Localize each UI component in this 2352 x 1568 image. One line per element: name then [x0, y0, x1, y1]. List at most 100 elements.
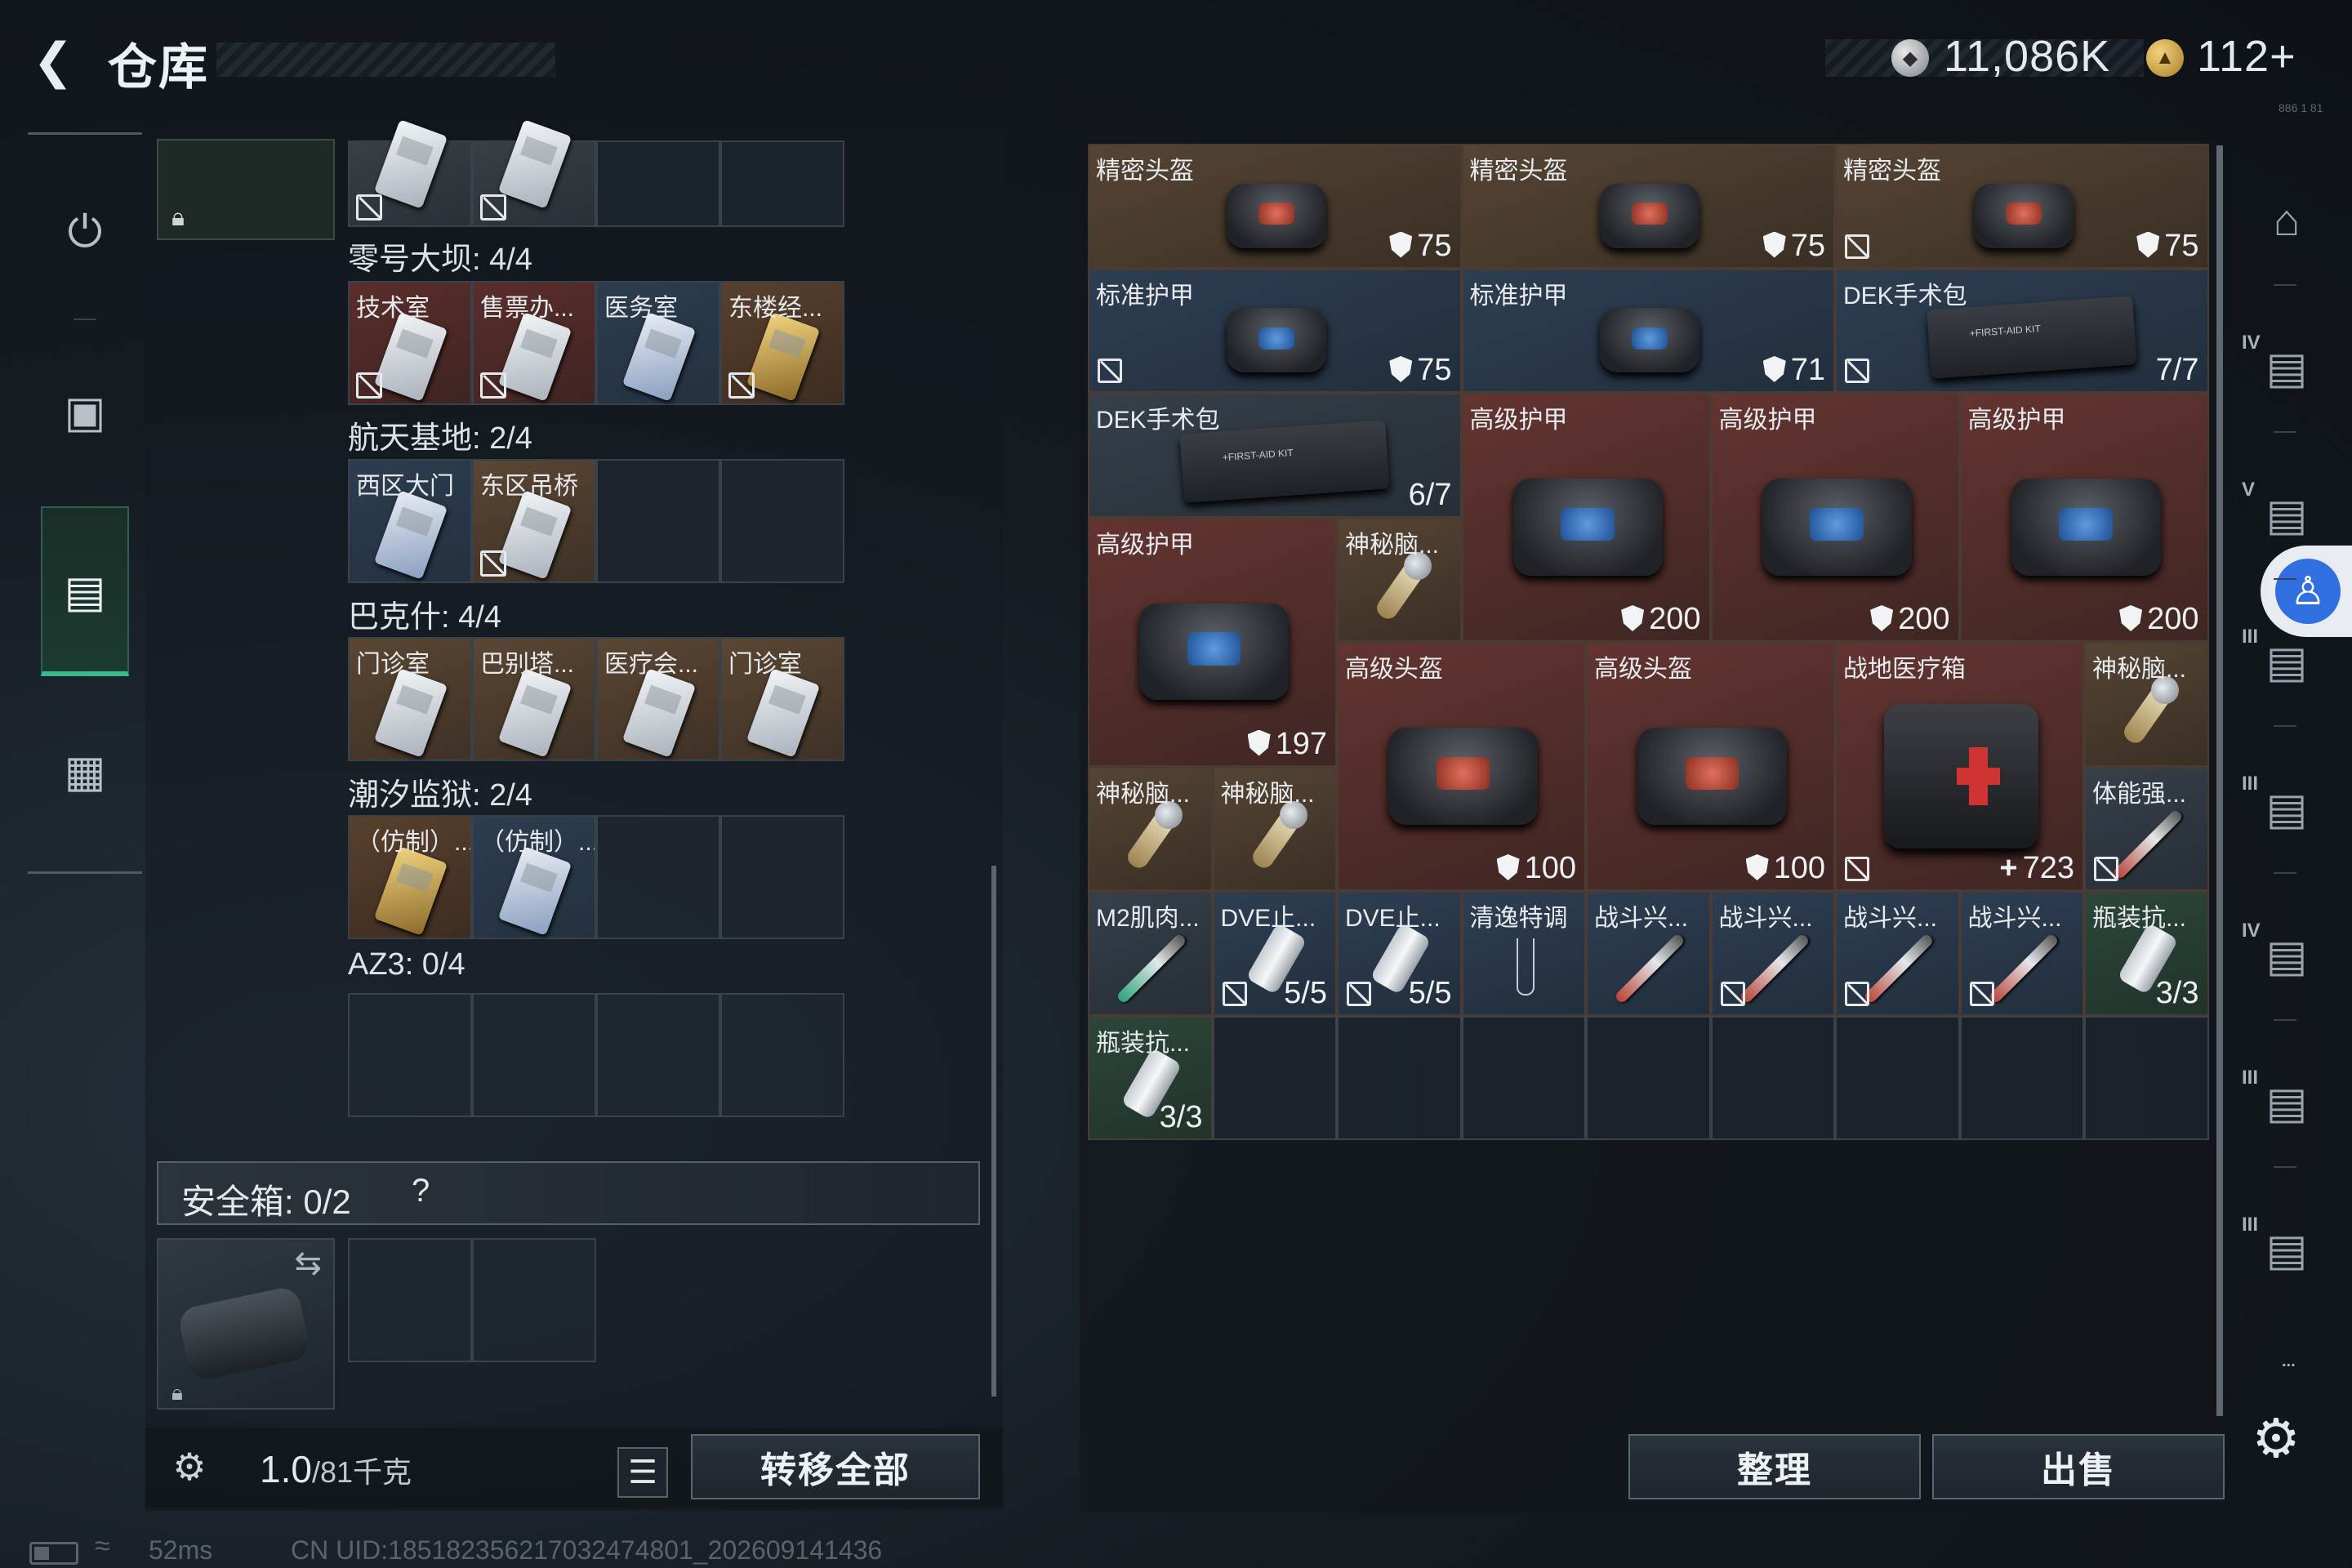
- storage-scrollbar[interactable]: [991, 866, 996, 1396]
- inventory-item[interactable]: 高级头盔 100: [1586, 642, 1835, 891]
- inventory-item[interactable]: 神秘脑...: [2084, 642, 2209, 767]
- item-name: DEK手术包: [1096, 407, 1220, 434]
- organize-button[interactable]: 整理: [1628, 1434, 1921, 1499]
- safe-slot[interactable]: [348, 1238, 472, 1362]
- inventory-empty-slot[interactable]: [1710, 1015, 1835, 1140]
- empty-slot[interactable]: [720, 993, 844, 1117]
- empty-slot[interactable]: [348, 993, 472, 1117]
- no-trade-icon: [728, 372, 755, 399]
- keycard-slot[interactable]: 西区大门: [348, 459, 472, 583]
- helmet-slot-icon[interactable]: ⌂: [2246, 180, 2328, 261]
- rifle-icon[interactable]: ⏻: [41, 188, 129, 276]
- vest-icon[interactable]: ▤: [41, 547, 129, 635]
- inventory-item[interactable]: 标准护甲 71: [1461, 268, 1835, 393]
- inventory-empty-slot[interactable]: [1586, 1015, 1711, 1140]
- keycard-slot[interactable]: 东楼经...: [720, 281, 844, 405]
- inventory-empty-slot[interactable]: [1461, 1015, 1586, 1140]
- keycard-slot[interactable]: （仿制）...: [472, 815, 596, 939]
- no-trade-icon: [1720, 981, 1745, 1006]
- slot-tier-label: III: [2242, 773, 2259, 795]
- inventory-empty-slot[interactable]: [1835, 1015, 1960, 1140]
- health-plus-icon: +: [1999, 851, 2018, 885]
- inventory-item[interactable]: 战地医疗箱 +723: [1835, 642, 2084, 891]
- empty-slot[interactable]: [596, 815, 720, 939]
- help-icon[interactable]: ?: [412, 1173, 430, 1209]
- weight-unit: /81千克: [311, 1455, 412, 1489]
- item-value: 100: [1745, 851, 1825, 886]
- storage-slot[interactable]: [720, 140, 844, 227]
- inventory-item[interactable]: 战斗兴...: [1959, 891, 2084, 1016]
- swap-icon[interactable]: ⇆: [294, 1245, 322, 1282]
- storage-slot[interactable]: [348, 119, 472, 227]
- empty-slot[interactable]: [596, 459, 720, 583]
- inventory-item[interactable]: 高级护甲 200: [1710, 393, 1960, 642]
- gear-icon[interactable]: ⚙: [2247, 1408, 2305, 1468]
- durability-shield-icon: [1389, 356, 1413, 382]
- top-bar: ❮ 仓库 ◆ 11,086K ▲ 112+ 886 1 81: [0, 0, 2352, 122]
- inventory-item[interactable]: DEK手术包 +FIRST-AID KIT 7/7: [1835, 268, 2209, 393]
- inventory-scrollbar[interactable]: [2216, 145, 2223, 1416]
- list-icon[interactable]: ☰: [617, 1447, 668, 1498]
- keycard-slot[interactable]: 东区吊桥: [472, 459, 596, 583]
- empty-slot[interactable]: [472, 993, 596, 1117]
- storage-slot[interactable]: [596, 140, 720, 227]
- vest-slot-icon[interactable]: ▤: [2246, 474, 2328, 555]
- inventory-item[interactable]: 高级头盔 100: [1337, 642, 1586, 891]
- keycard-slot[interactable]: 技术室: [348, 281, 472, 405]
- inventory-empty-slot[interactable]: [2084, 1015, 2209, 1140]
- inventory-item[interactable]: 高级护甲 197: [1088, 517, 1337, 767]
- empty-slot[interactable]: [720, 459, 844, 583]
- toolbox-icon[interactable]: ▦: [41, 727, 129, 815]
- keycard-slot[interactable]: 医疗会...: [596, 637, 720, 761]
- keycard-slot[interactable]: 门诊室: [720, 637, 844, 761]
- keycard-slot[interactable]: 门诊室: [348, 637, 472, 761]
- safe-box-bar: 安全箱: 0/2 ?: [157, 1161, 980, 1225]
- nav-divider: [74, 318, 96, 320]
- inventory-item[interactable]: 标准护甲 75: [1088, 268, 1462, 393]
- backpack-icon[interactable]: ▣: [41, 368, 129, 456]
- inventory-empty-slot[interactable]: [1337, 1015, 1462, 1140]
- inventory-item[interactable]: 神秘脑...: [1337, 517, 1462, 642]
- empty-slot[interactable]: [596, 993, 720, 1117]
- inventory-empty-slot[interactable]: [1959, 1015, 2084, 1140]
- inventory-item[interactable]: M2肌肉...: [1088, 891, 1213, 1016]
- back-arrow-icon[interactable]: ❮: [24, 33, 82, 90]
- inventory-item[interactable]: 神秘脑...: [1088, 766, 1213, 891]
- transfer-all-button[interactable]: 转移全部: [691, 1434, 980, 1499]
- item-name: 瓶装抗...: [2092, 905, 2187, 932]
- item-value-text: 100: [1773, 851, 1825, 885]
- inventory-item[interactable]: 高级护甲 200: [1461, 393, 1711, 642]
- inventory-empty-slot[interactable]: [1212, 1015, 1337, 1140]
- storage-slot[interactable]: [472, 119, 596, 227]
- inventory-item[interactable]: 精密头盔 75: [1835, 144, 2209, 269]
- inventory-item[interactable]: 高级护甲 200: [1959, 393, 2209, 642]
- inventory-item[interactable]: 神秘脑...: [1212, 766, 1337, 891]
- safe-slot[interactable]: [472, 1238, 596, 1362]
- keycard-label: 门诊室: [356, 651, 430, 678]
- item-name: 战斗兴...: [1718, 905, 1813, 932]
- safe-case-item[interactable]: ⇆ 🔒︎: [157, 1238, 335, 1410]
- keycard-slot[interactable]: 巴别塔...: [472, 637, 596, 761]
- inventory-item[interactable]: 清逸特调: [1461, 891, 1586, 1016]
- inventory-item[interactable]: 体能强...: [2084, 766, 2209, 891]
- sell-button[interactable]: 出售: [1932, 1434, 2225, 1499]
- gold-currency-value[interactable]: 112+: [2197, 31, 2296, 82]
- inventory-item[interactable]: DEK手术包 +FIRST-AID KIT 6/7: [1088, 393, 1462, 518]
- inventory-item[interactable]: 战斗兴...: [1710, 891, 1835, 1016]
- inventory-item[interactable]: DVE止... 5/5: [1212, 891, 1337, 1016]
- inventory-item[interactable]: 精密头盔 75: [1461, 144, 1835, 269]
- keycard-slot[interactable]: 医务室: [596, 281, 720, 405]
- storage-container-thumb[interactable]: 🔒︎: [157, 139, 335, 240]
- inventory-item[interactable]: 精密头盔 75: [1088, 144, 1462, 269]
- inventory-item[interactable]: 战斗兴...: [1835, 891, 1960, 1016]
- inventory-item[interactable]: 瓶装抗... 3/3: [1088, 1015, 1213, 1140]
- inventory-item[interactable]: DVE止... 5/5: [1337, 891, 1462, 1016]
- item-value-text: 3/3: [2155, 975, 2199, 1010]
- ping-text: 52ms: [149, 1535, 213, 1565]
- empty-slot[interactable]: [720, 815, 844, 939]
- keycard-slot[interactable]: 售票办...: [472, 281, 596, 405]
- keycard-slot[interactable]: （仿制）...: [348, 815, 472, 939]
- inventory-item[interactable]: 瓶装抗... 3/3: [2084, 891, 2209, 1016]
- durability-shield-icon: [1870, 605, 1894, 631]
- inventory-item[interactable]: 战斗兴...: [1586, 891, 1711, 1016]
